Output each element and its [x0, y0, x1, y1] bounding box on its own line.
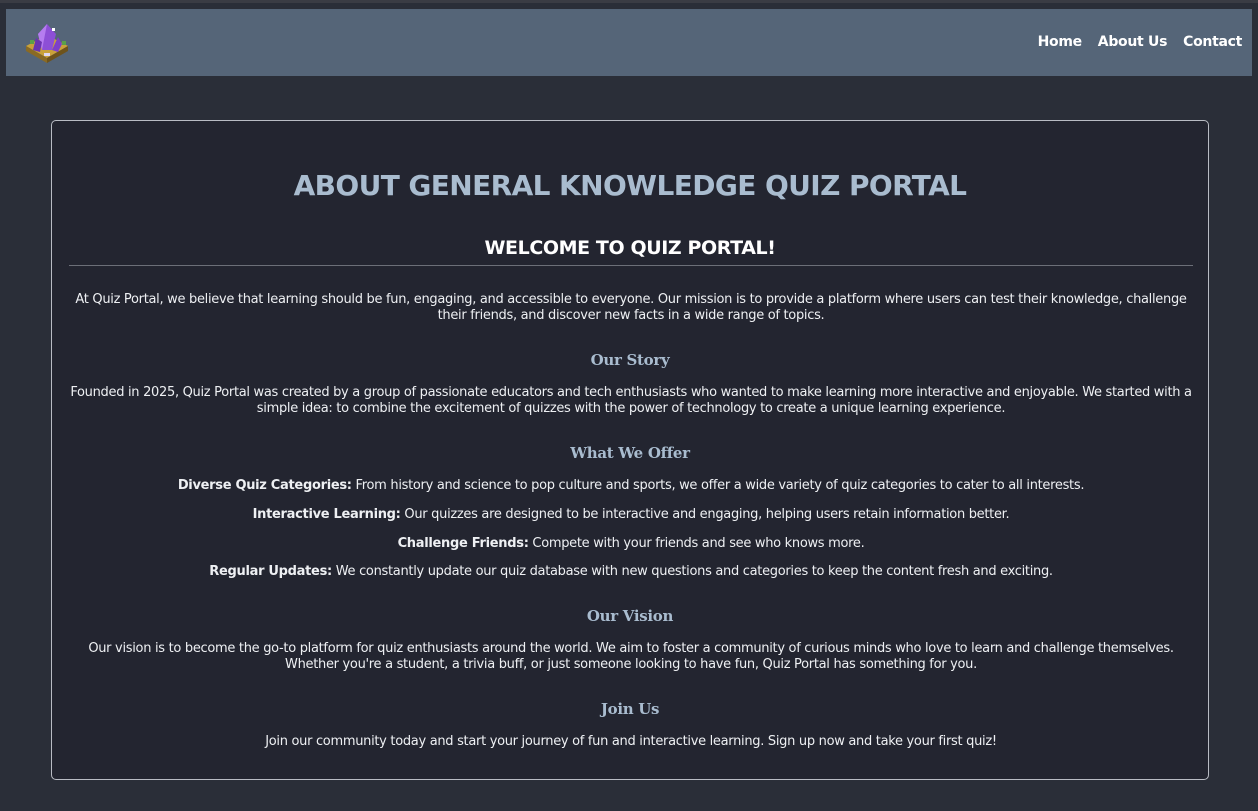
offer-item-label: Challenge Friends:	[397, 536, 529, 551]
window-top-strip	[0, 0, 1258, 3]
logo[interactable]	[22, 20, 72, 64]
offer-item-text: Our quizzes are designed to be interacti…	[400, 507, 1010, 522]
nav-links: Home About Us Contact	[1038, 34, 1243, 50]
divider	[69, 265, 1193, 266]
intro-paragraph: At Quiz Portal, we believe that learning…	[75, 292, 1187, 323]
navbar: Home About Us Contact	[6, 9, 1252, 76]
story-paragraph: Founded in 2025, Quiz Portal was created…	[70, 385, 1192, 416]
offer-item-label: Diverse Quiz Categories:	[177, 478, 352, 493]
offer-item-text: Compete with your friends and see who kn…	[528, 536, 865, 551]
story-heading: Our Story	[590, 351, 670, 369]
offer-item-text: We constantly update our quiz database w…	[331, 564, 1053, 579]
offer-heading: What We Offer	[570, 444, 690, 462]
offer-item-text: From history and science to pop culture …	[351, 478, 1085, 493]
crystal-logo-icon	[26, 24, 68, 63]
welcome-heading: WELCOME TO QUIZ PORTAL!	[484, 237, 776, 259]
nav-link-contact[interactable]: Contact	[1183, 34, 1242, 50]
nav-link-about-us[interactable]: About Us	[1098, 34, 1168, 50]
page-title: ABOUT GENERAL KNOWLEDGE QUIZ PORTAL	[293, 169, 967, 202]
about-card: ABOUT GENERAL KNOWLEDGE QUIZ PORTAL WELC…	[51, 120, 1209, 780]
offer-item: Challenge Friends: Compete with your fri…	[70, 536, 1192, 552]
vision-heading: Our Vision	[586, 607, 674, 625]
offer-item-label: Interactive Learning:	[252, 507, 401, 522]
offer-item: Regular Updates: We constantly update ou…	[70, 564, 1192, 580]
vision-paragraph: Our vision is to become the go-to platfo…	[88, 641, 1174, 672]
join-paragraph: Join our community today and start your …	[265, 734, 997, 749]
offer-item-label: Regular Updates:	[209, 564, 332, 579]
join-heading: Join Us	[600, 700, 660, 718]
offer-item: Interactive Learning: Our quizzes are de…	[70, 507, 1192, 523]
offer-item: Diverse Quiz Categories: From history an…	[70, 478, 1192, 494]
nav-link-home[interactable]: Home	[1038, 34, 1083, 50]
